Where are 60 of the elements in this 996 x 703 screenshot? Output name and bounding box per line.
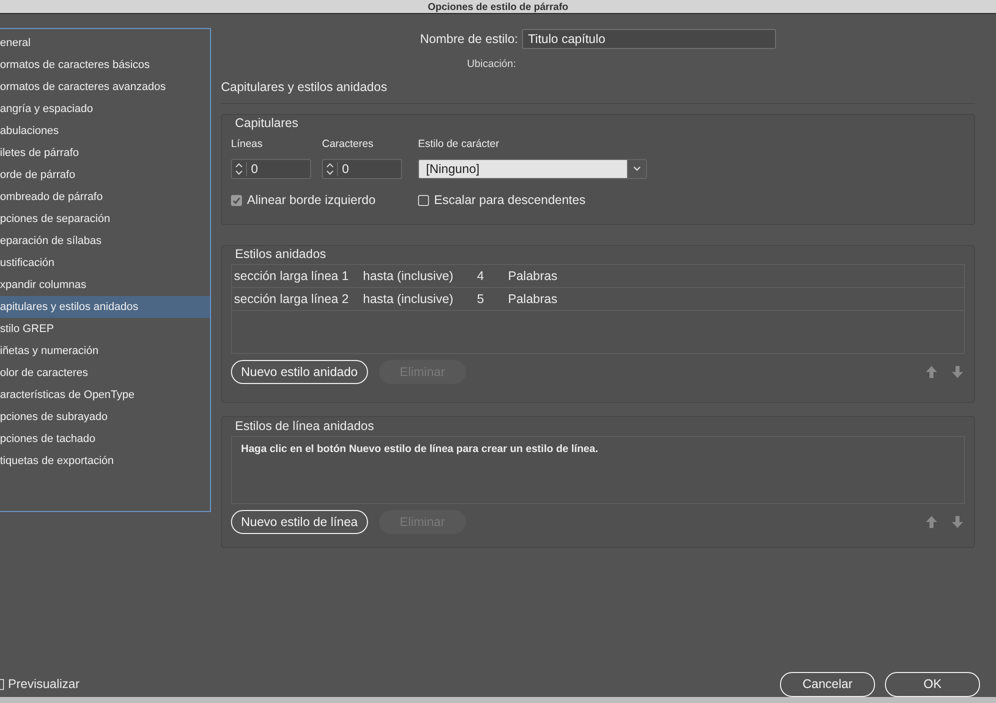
category-item[interactable]: ustificación (0, 252, 210, 274)
category-item[interactable]: pciones de tachado (0, 428, 210, 450)
category-item[interactable]: iñetas y numeración (0, 340, 210, 362)
category-item[interactable]: olor de caracteres (0, 362, 210, 384)
style-name-label: Nombre de estilo: (419, 32, 519, 46)
category-item[interactable]: iletes de párrafo (0, 142, 210, 164)
row-cell-text: hasta (inclusive) (363, 269, 454, 283)
category-item[interactable]: eparación de sílabas (0, 230, 210, 252)
field-label: Caracteres (322, 137, 374, 151)
row-cell-text: sección larga línea 2 (234, 292, 350, 306)
category-item[interactable]: abulaciones (0, 120, 210, 142)
field-label: Líneas (231, 137, 264, 151)
category-item[interactable]: xpandir columnas (0, 274, 210, 296)
checkbox-label: Escalar para descendentes (434, 193, 586, 207)
row-cell-text: 5 (477, 292, 485, 306)
character-style-dropdown[interactable]: [Ninguno] (418, 159, 647, 179)
empty-list-message: Haga clic en el botón Nuevo estilo de línea para crear un estilo de línea. (240, 442, 600, 457)
checkbox-label: Alinear borde izquierdo (247, 193, 376, 207)
preview-label: Previsualizar (8, 677, 80, 691)
row-cell-text: 4 (477, 269, 485, 283)
cancel-button[interactable]: Cancelar (780, 672, 875, 696)
category-item[interactable]: pciones de subrayado (0, 406, 210, 428)
field-label: Estilo de carácter (418, 137, 500, 151)
category-item[interactable]: aracterísticas de OpenType (0, 384, 210, 406)
down-arrow-icon[interactable] (952, 516, 963, 528)
row-cell: Palabras (508, 269, 558, 283)
checkbox[interactable] (418, 194, 429, 206)
group-title: Estilos anidados (235, 247, 326, 261)
section-title: Capitulares y estilos anidados (221, 80, 388, 96)
row-cell-text: hasta (inclusive) (363, 292, 454, 306)
number-field[interactable]: 0 (322, 159, 402, 179)
category-item[interactable]: ormatos de caracteres avanzados (0, 76, 210, 98)
up-arrow-icon[interactable] (926, 366, 937, 378)
row-cell-text: sección larga línea 1 (234, 269, 350, 283)
preview-checkbox[interactable] (0, 678, 4, 690)
nested-style-row[interactable]: sección larga línea 1 hasta (inclusive) 4 Palabras (232, 265, 964, 288)
row-cell: Palabras (508, 292, 558, 306)
ok-button[interactable]: OK (885, 672, 980, 696)
window-title: Opciones de estilo de párrafo (428, 2, 568, 13)
category-item[interactable]: apitulares y estilos anidados (0, 296, 210, 318)
category-item[interactable]: ombreado de párrafo (0, 186, 210, 208)
up-arrow-icon[interactable] (926, 516, 937, 528)
checkbox[interactable] (231, 194, 242, 206)
caret-icon (627, 160, 646, 178)
style-name-field[interactable]: Titulo capítulo (522, 29, 776, 49)
nested-style-row[interactable]: sección larga línea 2 hasta (inclusive) 5 Palabras (232, 288, 964, 311)
location-label: Ubicación: (466, 58, 516, 72)
category-item[interactable]: ormatos de caracteres básicos (0, 54, 210, 76)
new-line-style-button[interactable]: Nuevo estilo de línea (231, 510, 368, 534)
new-nested-style-button[interactable]: Nuevo estilo anidado (231, 360, 368, 384)
category-item[interactable]: pciones de separación (0, 208, 210, 230)
category-item[interactable]: orde de párrafo (0, 164, 210, 186)
category-item[interactable]: eneral (0, 32, 210, 54)
number-field[interactable]: 0 (231, 159, 311, 179)
category-item[interactable]: tiquetas de exportación (0, 450, 210, 472)
down-arrow-icon[interactable] (952, 366, 963, 378)
category-item[interactable]: angría y espaciado (0, 98, 210, 120)
group-title: Estilos de línea anidados (235, 419, 374, 433)
category-item[interactable]: stilo GREP (0, 318, 210, 340)
group-title: Capitulares (235, 116, 298, 130)
